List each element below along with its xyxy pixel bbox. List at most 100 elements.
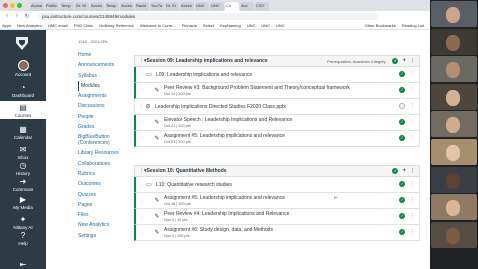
participant-video[interactable] bbox=[431, 139, 477, 165]
module-options-icon[interactable]: ⋮ bbox=[410, 58, 415, 64]
bookmark-item[interactable]: UNC bbox=[261, 23, 270, 28]
item-options-icon[interactable]: ⋮ bbox=[410, 213, 415, 219]
bookmark-item[interactable]: HMC email bbox=[48, 23, 68, 28]
published-check-icon[interactable]: ✓ bbox=[399, 213, 405, 219]
participant-video[interactable] bbox=[431, 29, 477, 55]
global-nav-collapse[interactable]: ⇤ bbox=[0, 258, 46, 269]
module-header[interactable]: ⋮ ▾ Session 09: Leadership implications a… bbox=[134, 55, 420, 67]
browser-tab[interactable]: YouTu bbox=[150, 2, 164, 11]
published-check-icon[interactable]: ✓ bbox=[399, 71, 405, 77]
bookmark-item[interactable]: OnBelay Reference bbox=[99, 23, 134, 28]
back-icon[interactable]: ‹ bbox=[4, 13, 10, 19]
participant-video[interactable] bbox=[431, 56, 477, 82]
drag-handle-icon[interactable]: ⋮ bbox=[140, 136, 145, 142]
reload-icon[interactable]: ↻ bbox=[24, 13, 30, 20]
browser-tab[interactable]: Dr. W bbox=[75, 2, 89, 11]
course-nav-library-resources[interactable]: Library Resources bbox=[78, 148, 138, 158]
course-nav-announcements[interactable]: Announcements bbox=[78, 60, 138, 70]
global-nav-my-media[interactable]: ▶ My Media bbox=[0, 193, 46, 211]
participant-video[interactable] bbox=[431, 84, 477, 110]
module-item[interactable]: ⋮ ✎ Assignment #5: Leadership implications… bbox=[134, 131, 420, 147]
browser-tab[interactable]: Temp bbox=[60, 2, 74, 11]
course-nav-rubrics[interactable]: Rubrics bbox=[78, 169, 138, 179]
global-nav-calendar[interactable]: ▦ Calendar bbox=[0, 123, 46, 141]
item-options-icon[interactable]: ⋮ bbox=[410, 135, 415, 141]
global-nav-help[interactable]: ? Help bbox=[0, 229, 46, 247]
unpublished-icon[interactable] bbox=[399, 103, 405, 109]
close-window-button[interactable] bbox=[3, 3, 8, 8]
global-nav-commons[interactable]: ➜ Commons bbox=[0, 175, 46, 193]
bookmark-item[interactable]: Welcome to Curre... bbox=[140, 23, 176, 28]
browser-tab[interactable]: Dr. Ki bbox=[165, 2, 179, 11]
zoom-window-button[interactable] bbox=[17, 3, 22, 8]
item-title[interactable]: Leadership Implications Directed Studies… bbox=[155, 104, 286, 110]
browser-tab[interactable]: Acces bbox=[30, 2, 44, 11]
item-title[interactable]: L09: Leadership implications and relevan… bbox=[156, 72, 252, 78]
item-options-icon[interactable]: ⋮ bbox=[410, 229, 415, 235]
bookmark-folder[interactable]: Other Bookmarks bbox=[365, 23, 396, 28]
published-check-icon[interactable]: ✓ bbox=[399, 87, 405, 93]
bookmark-item[interactable]: PHD Clinic bbox=[74, 23, 93, 28]
participant-video[interactable] bbox=[431, 194, 477, 220]
global-nav-courses[interactable]: ▤ Courses bbox=[0, 101, 46, 119]
module-item[interactable]: ⋮ ✎ Assignment #5: Leadership implications… bbox=[134, 193, 420, 209]
item-options-icon[interactable]: ⋮ bbox=[410, 71, 415, 77]
browser-tab[interactable]: CIS+ bbox=[255, 2, 269, 11]
course-nav-home[interactable]: Home bbox=[78, 50, 138, 60]
course-nav-files[interactable]: Files bbox=[78, 210, 138, 220]
module-item[interactable]: ⋮ ✎ Assignment #6: Study design, data, and… bbox=[134, 225, 420, 241]
course-nav-grades[interactable]: Grades bbox=[78, 122, 138, 132]
module-options-icon[interactable]: ⋮ bbox=[410, 168, 415, 174]
add-item-icon[interactable]: + bbox=[402, 168, 406, 174]
browser-tab[interactable]: UNC bbox=[195, 2, 209, 11]
bookmark-folder[interactable]: Reading List bbox=[402, 23, 424, 28]
published-check-icon[interactable]: ✓ bbox=[399, 181, 405, 187]
item-title[interactable]: Assignment #5: Leadership implications a… bbox=[164, 133, 285, 139]
module-item[interactable]: ⋮ ✎ Peer Review #4: Leadership Implication… bbox=[134, 209, 420, 225]
item-title[interactable]: Assignment #6: Study design, data, and M… bbox=[164, 227, 273, 233]
browser-tab[interactable]: UNC bbox=[210, 2, 224, 11]
drag-handle-icon[interactable]: ⋮ bbox=[140, 214, 145, 220]
course-nav-settings[interactable]: Settings bbox=[78, 231, 138, 241]
item-title[interactable]: Peer Review #4: Leadership Implications … bbox=[164, 211, 289, 217]
item-options-icon[interactable]: ⋮ bbox=[410, 119, 415, 125]
global-nav-account[interactable]: Account bbox=[0, 58, 46, 77]
participant-video[interactable] bbox=[431, 111, 477, 137]
published-check-icon[interactable]: ✓ bbox=[399, 119, 405, 125]
course-nav-modules[interactable]: Modules bbox=[78, 80, 138, 92]
browser-tab[interactable]: Acces bbox=[180, 2, 194, 11]
add-item-icon[interactable]: + bbox=[402, 58, 406, 64]
item-title[interactable]: Assignment #5: Leadership implications a… bbox=[164, 195, 285, 201]
bookmark-item[interactable]: Select bbox=[203, 23, 214, 28]
course-nav-assignments[interactable]: Assignments bbox=[78, 91, 138, 101]
module-item[interactable]: ⋮ ✎ Peer Review #3: Background Problem Sta… bbox=[134, 83, 420, 99]
forward-icon[interactable]: › bbox=[14, 13, 20, 19]
module-item[interactable]: ⋮ ▭ L10: Quantitative research studies ✓ ⋮ bbox=[134, 177, 420, 193]
drag-handle-icon[interactable]: ⋮ bbox=[140, 88, 145, 94]
browser-tab[interactable]: Acces bbox=[120, 2, 134, 11]
course-nav-quizzes[interactable]: Quizzes bbox=[78, 190, 138, 200]
module-item[interactable]: ⋮ ⊘ Leadership Implications Directed Studi… bbox=[134, 99, 420, 115]
minimize-window-button[interactable] bbox=[10, 3, 15, 8]
participant-video[interactable] bbox=[431, 1, 477, 27]
bookmark-item[interactable]: KeyNaming bbox=[220, 23, 241, 28]
published-check-icon[interactable]: ✓ bbox=[392, 168, 399, 174]
url-field[interactable]: psu.instructure.com/courses/2145949/modu… bbox=[38, 12, 378, 20]
bookmark-item[interactable]: Pinnacle bbox=[182, 23, 197, 28]
drag-handle-icon[interactable]: ⋮ bbox=[140, 198, 145, 204]
bookmark-item[interactable]: UNC bbox=[276, 23, 285, 28]
module-item[interactable]: ⋮ ▭ L09: Leadership implications and relev… bbox=[134, 67, 420, 83]
psu-shield-icon[interactable] bbox=[14, 36, 30, 50]
module-item[interactable]: ⋮ ✎ Elevator Speech : Leadership Implicati… bbox=[134, 115, 420, 131]
course-nav-new-analytics[interactable]: New Analytics bbox=[78, 220, 138, 230]
published-check-icon[interactable]: ✓ bbox=[399, 135, 405, 141]
module-header[interactable]: ⋮ ▾ Session 10: Quantitative Methods ✓ + ⋮ bbox=[134, 165, 420, 177]
browser-tab[interactable]: Acc bbox=[240, 2, 254, 11]
browser-tab[interactable]: Temp bbox=[105, 2, 119, 11]
course-nav-collaborations[interactable]: Collaborations bbox=[78, 159, 138, 169]
participant-video[interactable] bbox=[431, 167, 477, 193]
bookmark-item[interactable]: UNC bbox=[247, 23, 256, 28]
participant-video[interactable] bbox=[431, 222, 477, 248]
course-nav-bigbluebutton-conferences[interactable]: BigBlueButton (Conferences) bbox=[78, 132, 138, 148]
course-nav-discussions[interactable]: Discussions bbox=[78, 101, 138, 111]
